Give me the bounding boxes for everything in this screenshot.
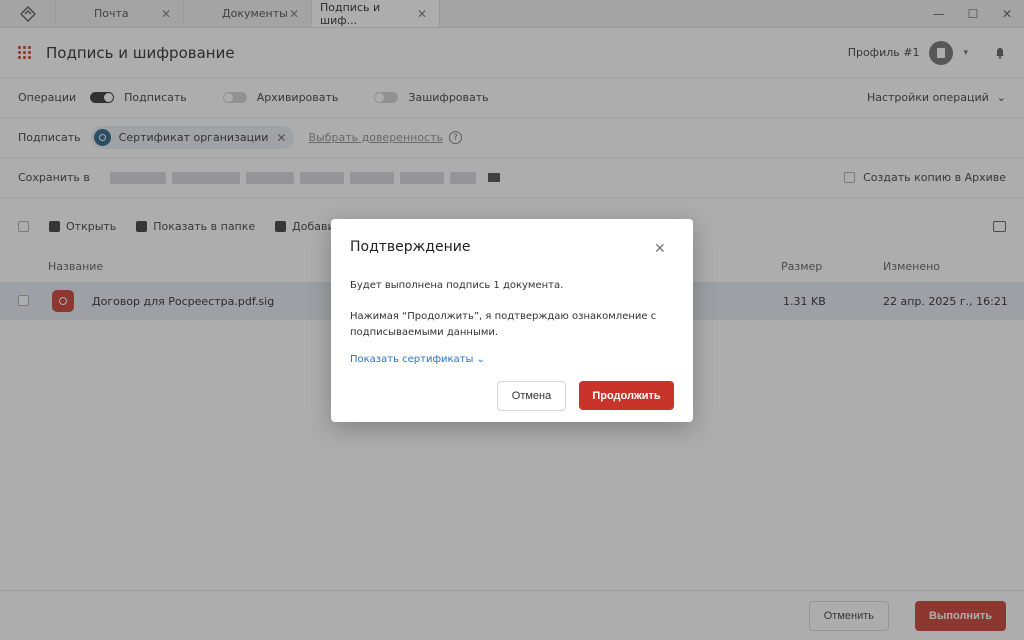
show-certificates-link[interactable]: Показать сертификаты ⌄ xyxy=(350,354,485,365)
confirm-dialog: Подтверждение ✕ Будет выполнена подпись … xyxy=(331,219,693,422)
continue-button[interactable]: Продолжить xyxy=(579,381,674,410)
dialog-title: Подтверждение xyxy=(350,239,471,255)
close-icon[interactable]: ✕ xyxy=(654,241,666,257)
dialog-consent-text: Нажимая “Продолжить”, я подтверждаю озна… xyxy=(350,311,657,338)
dialog-text: Будет выполнена подпись 1 документа. xyxy=(350,280,564,291)
dialog-cancel-button[interactable]: Отмена xyxy=(497,381,566,411)
